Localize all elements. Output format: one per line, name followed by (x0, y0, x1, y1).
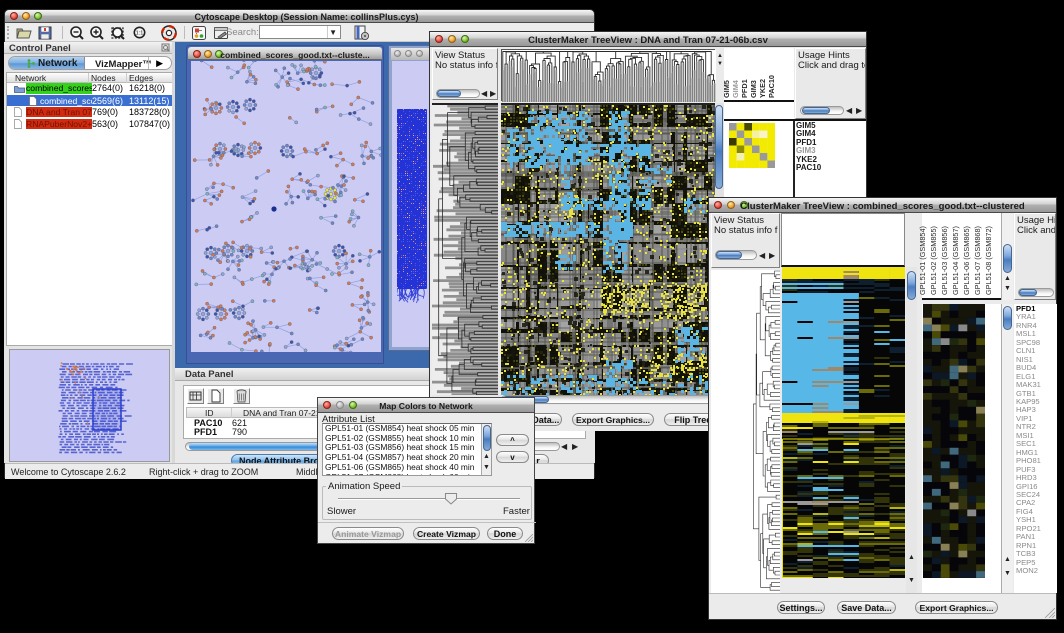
svg-text:1:1: 1:1 (136, 31, 144, 37)
